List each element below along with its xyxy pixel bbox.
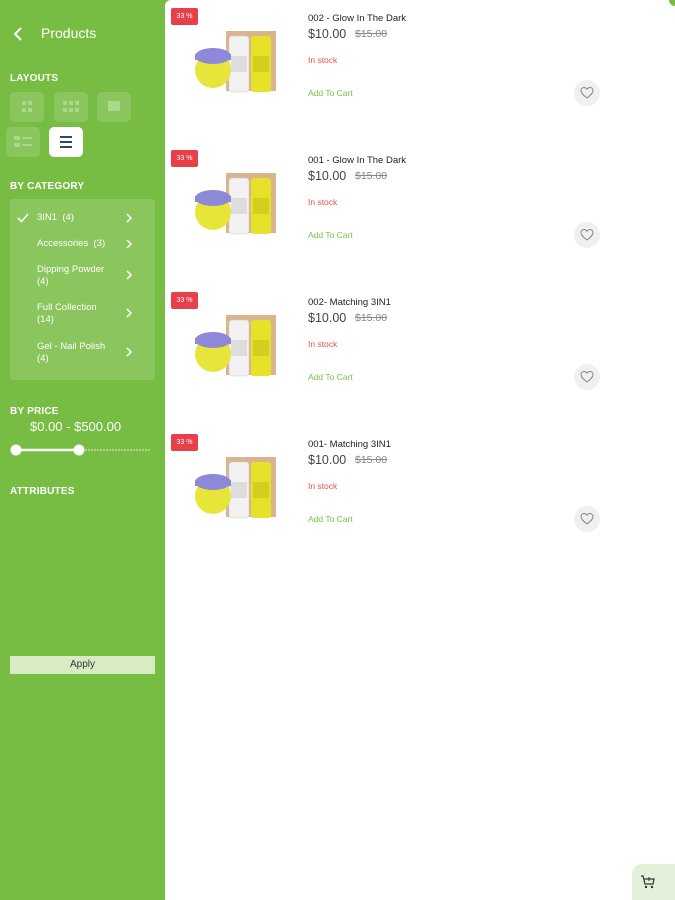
attributes-label: ATTRIBUTES	[10, 486, 75, 497]
stock-status: In stock	[308, 197, 338, 207]
product-card[interactable]: 33 % 002 - Glow In The Dark $10.00 $15.0…	[165, 0, 675, 140]
product-price: $10.00	[308, 453, 347, 467]
heart-icon	[580, 228, 594, 241]
wishlist-button[interactable]	[574, 80, 600, 106]
grid-3col-icon	[63, 101, 79, 112]
list-thumb-icon	[14, 136, 32, 147]
category-count: (4)	[37, 353, 49, 364]
add-to-cart-button[interactable]: Add To Cart	[308, 88, 353, 98]
category-count: (4)	[37, 276, 49, 287]
category-count: (4)	[62, 212, 74, 223]
add-to-cart-button[interactable]: Add To Cart	[308, 372, 353, 382]
category-count: (3)	[93, 238, 106, 249]
category-label-full-collection: Full Collection (14)	[37, 302, 129, 326]
heart-icon	[580, 370, 594, 383]
wishlist-button[interactable]	[574, 222, 600, 248]
layout-list-thumb-button[interactable]	[6, 127, 40, 157]
category-name: Accessories	[37, 238, 89, 249]
grid-1col-icon	[108, 101, 120, 111]
layouts-label: LAYOUTS	[10, 73, 59, 84]
category-count: (14)	[37, 314, 54, 325]
cart-icon	[641, 875, 655, 889]
add-to-cart-button[interactable]: Add To Cart	[308, 230, 353, 240]
price-slider[interactable]	[10, 443, 152, 457]
product-old-price: $15.00	[355, 28, 388, 40]
add-to-cart-button[interactable]: Add To Cart	[308, 514, 353, 524]
chevron-right-icon	[126, 308, 133, 318]
category-name: Dipping Powder	[37, 264, 105, 275]
heart-icon	[580, 512, 594, 525]
product-card[interactable]: 33 % 001- Matching 3IN1 $10.00 $15.00 In…	[165, 426, 675, 566]
product-old-price: $15.00	[355, 170, 388, 182]
product-name[interactable]: 001- Matching 3IN1	[308, 439, 391, 450]
product-price: $10.00	[308, 311, 347, 325]
product-image[interactable]	[193, 26, 279, 100]
heart-icon	[580, 86, 594, 99]
price-range-value: $0.00 - $500.00	[30, 419, 122, 434]
layout-list-button[interactable]	[49, 127, 83, 157]
category-name: Full Collection	[37, 302, 97, 313]
category-label-3in1: 3IN1 (4)	[37, 212, 129, 224]
wishlist-button[interactable]	[574, 506, 600, 532]
product-name[interactable]: 002- Matching 3IN1	[308, 297, 391, 308]
discount-badge: 33 %	[171, 292, 198, 309]
stock-status: In stock	[308, 481, 338, 491]
product-card[interactable]: 33 % 002- Matching 3IN1 $10.00 $15.00 In…	[165, 284, 675, 424]
list-icon	[60, 136, 72, 148]
product-price: $10.00	[308, 169, 347, 183]
category-name: 3IN1	[37, 212, 58, 223]
slider-max-handle[interactable]	[73, 444, 85, 456]
product-name[interactable]: 001 - Glow In The Dark	[308, 155, 406, 166]
category-list: 3IN1 (4) Accessories (3) Dipping Powder(…	[10, 199, 155, 380]
chevron-right-icon	[126, 213, 133, 223]
product-image[interactable]	[193, 310, 279, 384]
price-label: BY PRICE	[10, 406, 59, 417]
product-price: $10.00	[308, 27, 347, 41]
product-card[interactable]: 33 % 001 - Glow In The Dark $10.00 $15.0…	[165, 142, 675, 282]
product-name[interactable]: 002 - Glow In The Dark	[308, 13, 406, 24]
layout-grid-2col-button[interactable]	[10, 92, 44, 122]
category-label-dipping-powder: Dipping Powder (4)	[37, 264, 129, 288]
product-old-price: $15.00	[355, 312, 388, 324]
discount-badge: 33 %	[171, 150, 198, 167]
category-label-gel-nail-polish: Gel - Nail Polish (4)	[37, 341, 129, 365]
grid-2col-icon	[22, 101, 32, 112]
layout-grid-3col-button[interactable]	[54, 92, 88, 122]
chevron-right-icon	[126, 239, 133, 249]
category-label-accessories: Accessories (3)	[37, 238, 129, 250]
stock-status: In stock	[308, 339, 338, 349]
product-image[interactable]	[193, 452, 279, 526]
chevron-right-icon	[126, 347, 133, 357]
layout-grid-1col-button[interactable]	[97, 92, 131, 122]
category-name: Gel - Nail Polish	[37, 341, 106, 352]
discount-badge: 33 %	[171, 8, 198, 25]
category-label: BY CATEGORY	[10, 181, 85, 192]
check-icon	[17, 213, 29, 223]
page-title: Products	[41, 25, 97, 41]
cart-button[interactable]	[632, 864, 675, 900]
chevron-right-icon	[126, 270, 133, 280]
product-old-price: $15.00	[355, 454, 388, 466]
product-list: 33 % 002 - Glow In The Dark $10.00 $15.0…	[165, 0, 675, 900]
discount-badge: 33 %	[171, 434, 198, 451]
filter-sidebar: Products LAYOUTS BY CATEGORY 3IN1 (4) Ac…	[0, 0, 165, 900]
slider-min-handle[interactable]	[10, 444, 22, 456]
chevron-left-icon[interactable]	[11, 24, 27, 44]
wishlist-button[interactable]	[574, 364, 600, 390]
apply-button[interactable]: Apply	[10, 656, 155, 674]
stock-status: In stock	[308, 55, 338, 65]
product-image[interactable]	[193, 168, 279, 242]
